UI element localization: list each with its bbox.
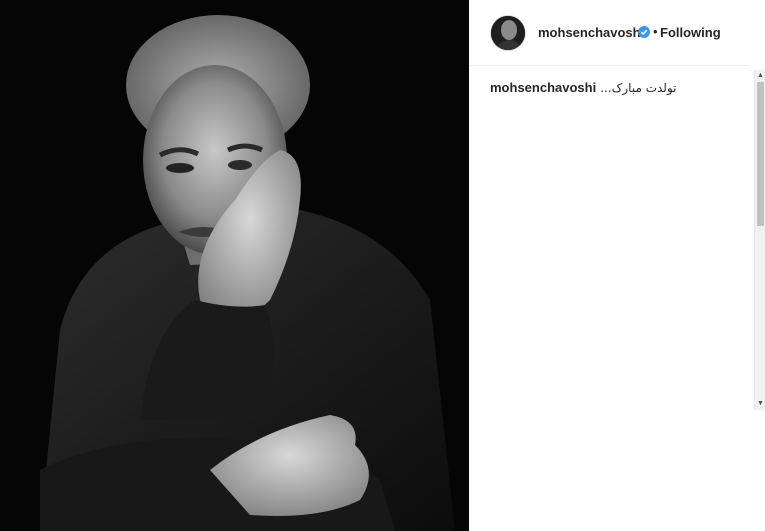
post-photo[interactable]: [0, 0, 469, 531]
post-header: mohsenchavoshi • Following: [469, 0, 749, 66]
scroll-up-arrow-icon[interactable]: ▲: [756, 71, 765, 81]
post-side-panel: mohsenchavoshi • Following mohsenchavosh…: [469, 0, 765, 531]
caption: mohsenchavoshi تولدت مبارک...: [490, 80, 677, 95]
caption-username-link[interactable]: mohsenchavoshi: [490, 80, 596, 95]
username-link[interactable]: mohsenchavoshi: [538, 25, 644, 40]
portrait-image: [0, 0, 469, 531]
verified-badge-icon: [638, 26, 650, 38]
avatar-image: [491, 16, 525, 50]
comments-scrollbar[interactable]: ▲ ▼: [754, 70, 765, 410]
caption-text: تولدت مبارک...: [600, 81, 677, 95]
following-button[interactable]: Following: [660, 25, 721, 40]
scroll-down-arrow-icon[interactable]: ▼: [756, 399, 765, 409]
avatar[interactable]: [490, 15, 526, 51]
separator-dot: •: [653, 24, 658, 39]
scrollbar-thumb[interactable]: [757, 82, 764, 226]
